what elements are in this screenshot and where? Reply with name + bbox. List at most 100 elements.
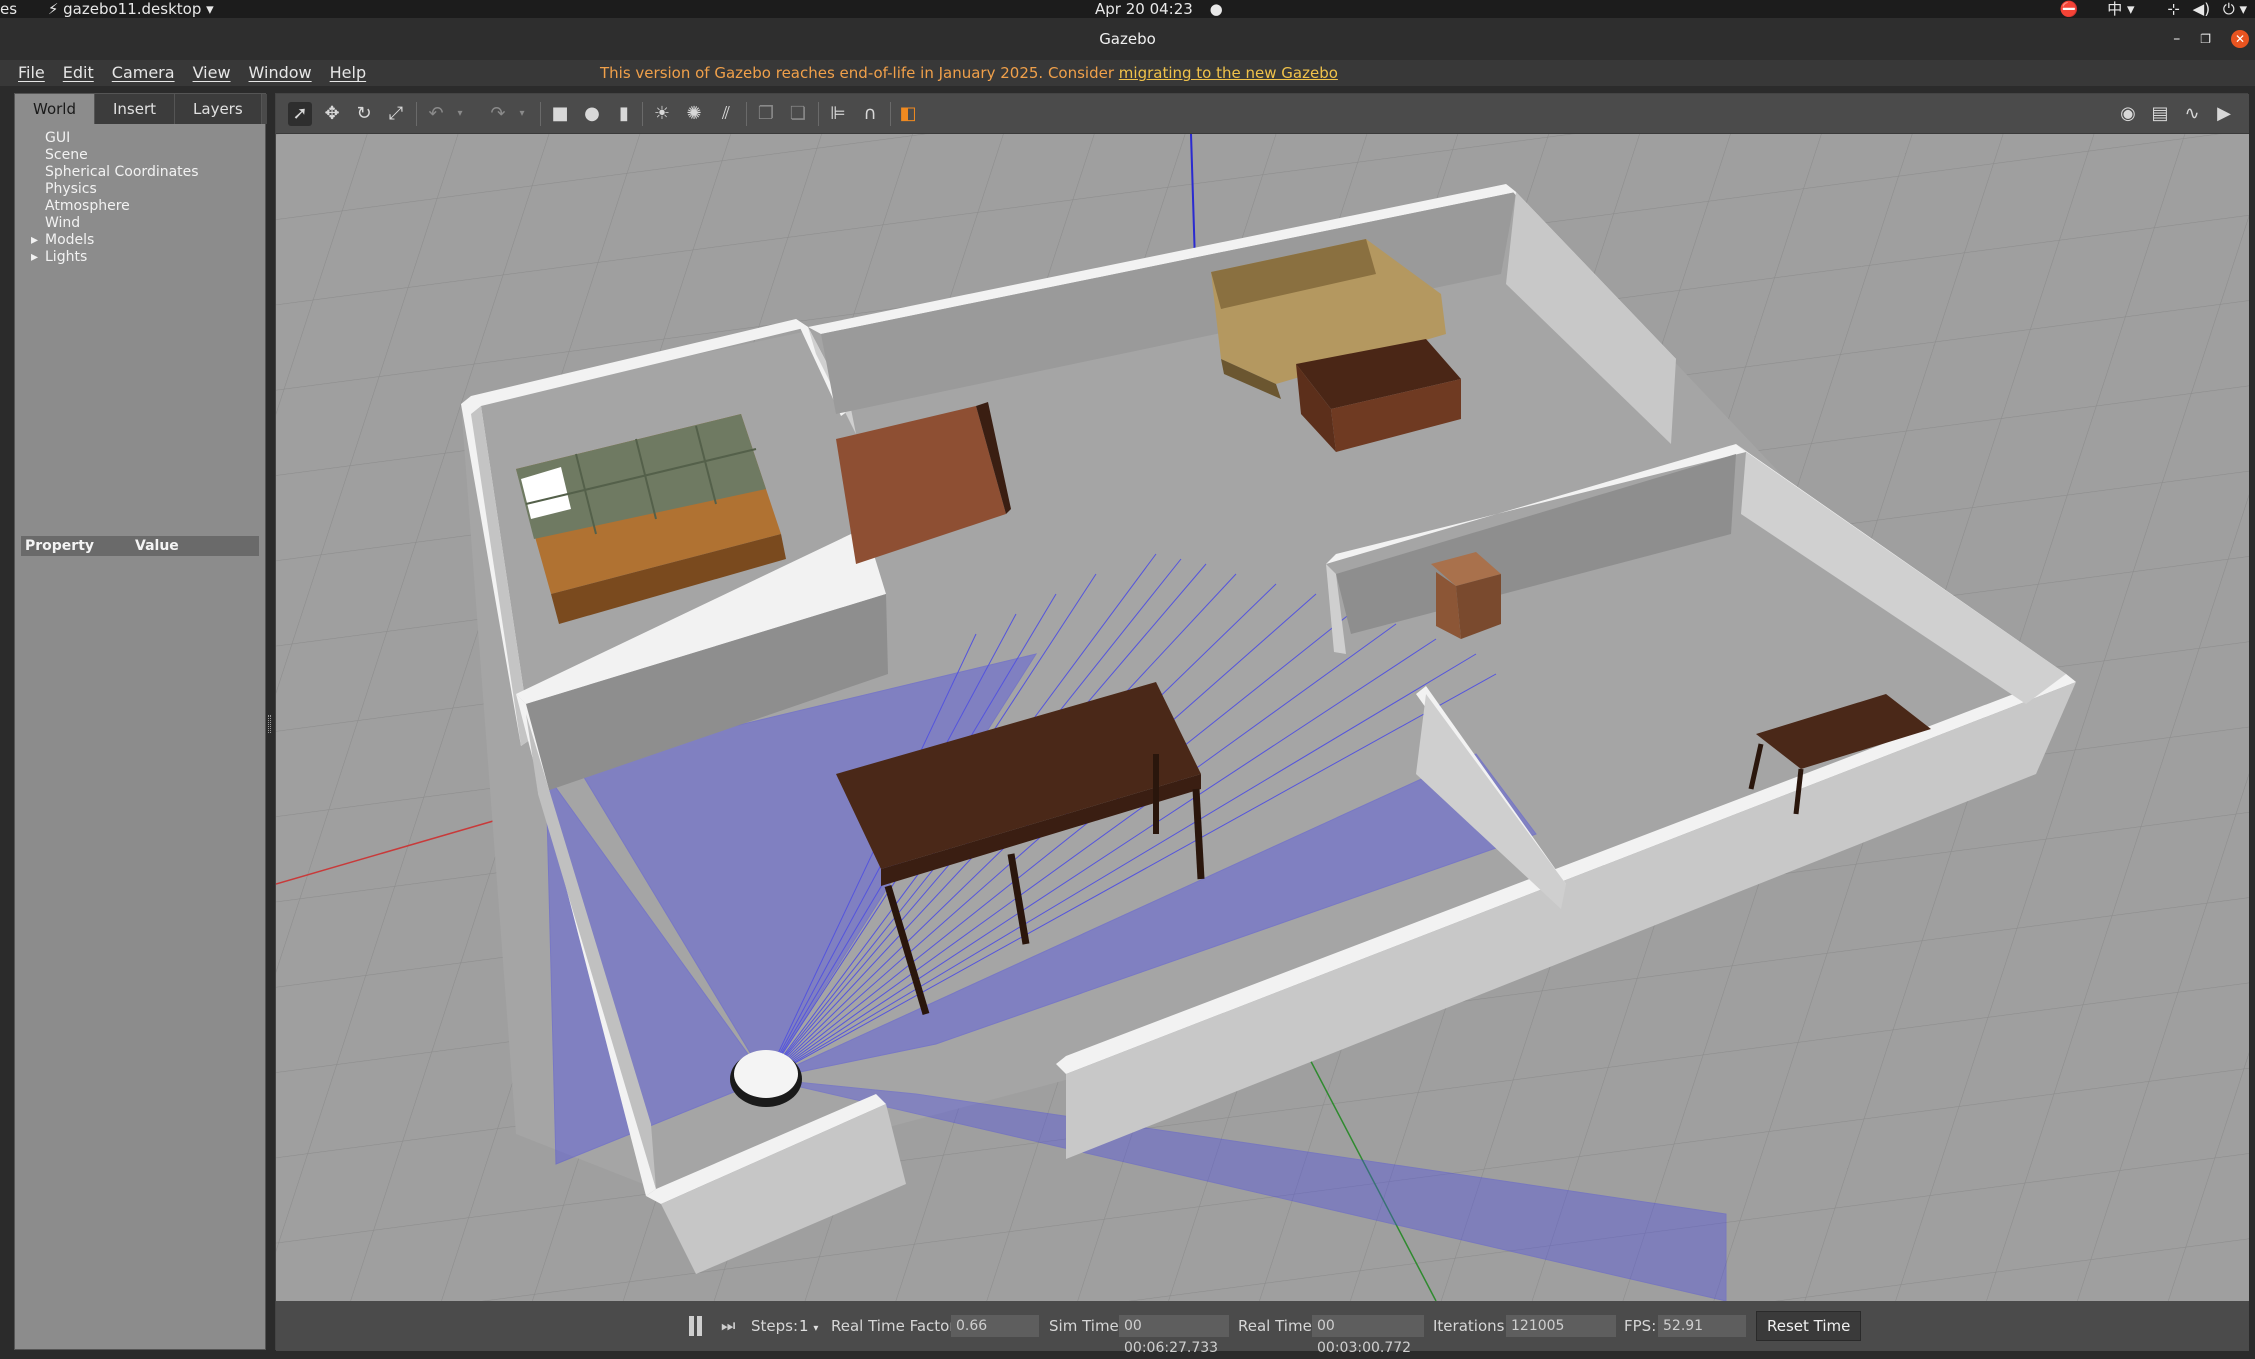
tree-item-wind[interactable]: Wind: [25, 215, 199, 232]
reset-time-button[interactable]: Reset Time: [1756, 1311, 1862, 1341]
power-icon[interactable]: ⏻ ▾: [2223, 0, 2247, 18]
tree-item-physics[interactable]: Physics: [25, 181, 199, 198]
render-viewport: ➚ ✥ ↻ ⤢ ↶ ▾ ↷ ▾ ■ ● ▮ ☀ ✺ ⫽ ❐ ❏ ⊫ ∩ ◧ ◉ …: [275, 93, 2249, 1356]
change-view-icon[interactable]: ◧: [896, 102, 920, 126]
iterations-label: Iterations:: [1433, 1317, 1510, 1335]
real-time-factor-value: 0.66: [951, 1315, 1039, 1337]
expand-arrow-icon[interactable]: ▸: [31, 232, 45, 249]
snap-icon[interactable]: ∩: [858, 102, 882, 126]
left-panel: World Insert Layers GUI Scene Spherical …: [14, 93, 267, 1350]
spot-light-icon[interactable]: ✺: [682, 102, 706, 126]
tree-item-models-label: Models: [45, 232, 95, 248]
close-icon[interactable]: ✕: [2231, 30, 2249, 48]
steps-value: 1: [799, 1317, 809, 1335]
select-mode-icon[interactable]: ➚: [288, 102, 312, 126]
sim-time-label: Sim Time:: [1049, 1317, 1124, 1335]
tree-item-models[interactable]: ▸ Models: [25, 232, 199, 249]
menu-view[interactable]: View: [193, 60, 231, 86]
expand-arrow-icon[interactable]: ▸: [31, 249, 45, 266]
tree-item-spherical-coordinates[interactable]: Spherical Coordinates: [25, 164, 199, 181]
minimize-icon[interactable]: –: [2173, 18, 2180, 60]
redo-icon[interactable]: ↷: [486, 102, 510, 126]
chevron-down-icon: ▾: [206, 0, 214, 18]
sphere-shape-icon[interactable]: ●: [580, 102, 604, 126]
app-menu[interactable]: ⚡ gazebo11.desktop ▾: [48, 0, 214, 18]
notification-dot-icon: ●: [1209, 0, 1223, 18]
eol-notice-text: This version of Gazebo reaches end-of-li…: [600, 64, 1119, 82]
app-menu-label: gazebo11.desktop: [63, 0, 202, 18]
box-shape-icon[interactable]: ■: [548, 102, 572, 126]
menu-edit[interactable]: Edit: [63, 60, 94, 86]
video-record-icon[interactable]: ▶: [2212, 102, 2236, 126]
real-time-label: Real Time:: [1238, 1317, 1317, 1335]
panel-splitter-handle[interactable]: [268, 715, 271, 733]
undo-icon[interactable]: ↶: [424, 102, 448, 126]
system-top-bar: es ⚡ gazebo11.desktop ▾ Apr 20 04:23 ● ⛔…: [0, 0, 2255, 18]
screenshot-icon[interactable]: ◉: [2116, 102, 2140, 126]
eol-notice: This version of Gazebo reaches end-of-li…: [600, 60, 1338, 86]
value-column-header[interactable]: Value: [135, 536, 179, 556]
redo-history-icon[interactable]: ▾: [510, 102, 534, 126]
tree-item-lights-label: Lights: [45, 249, 88, 265]
menu-camera[interactable]: Camera: [112, 60, 175, 86]
system-left: es ⚡ gazebo11.desktop ▾: [0, 0, 214, 18]
window-controls: – ❐ ✕: [2173, 18, 2255, 60]
align-icon[interactable]: ⊫: [826, 102, 850, 126]
viewport-toolbar: ➚ ✥ ↻ ⤢ ↶ ▾ ↷ ▾ ■ ● ▮ ☀ ✺ ⫽ ❐ ❏ ⊫ ∩ ◧ ◉ …: [276, 94, 2249, 134]
log-icon[interactable]: ▤: [2148, 102, 2172, 126]
do-not-disturb-icon[interactable]: ⛔: [2060, 0, 2079, 18]
input-method-indicator[interactable]: 中 ▾: [2107, 0, 2134, 18]
menu-help[interactable]: Help: [330, 60, 366, 86]
directional-light-icon[interactable]: ⫽: [714, 102, 738, 126]
translate-mode-icon[interactable]: ✥: [320, 102, 344, 126]
system-tray: ⛔ 中 ▾ ⊹ ◀) ⏻ ▾: [2060, 0, 2247, 18]
sim-time-value: 00 00:06:27.733: [1119, 1315, 1229, 1356]
pause-icon[interactable]: [688, 1316, 704, 1336]
tab-layers[interactable]: Layers: [175, 94, 262, 124]
menu-list: File Edit Camera View Window Help: [18, 60, 366, 86]
menu-bar: File Edit Camera View Window Help This v…: [0, 60, 2255, 86]
steps-spinbox[interactable]: 1 ▾: [799, 1315, 818, 1340]
tree-item-gui[interactable]: GUI: [25, 130, 199, 147]
iterations-value: 121005: [1506, 1315, 1616, 1337]
tree-item-lights[interactable]: ▸ Lights: [25, 249, 199, 266]
copy-icon[interactable]: ❐: [754, 102, 778, 126]
app-icon: ⚡: [47, 0, 59, 18]
property-column-header[interactable]: Property: [25, 536, 94, 556]
paste-icon[interactable]: ❏: [786, 102, 810, 126]
network-icon[interactable]: ⊹: [2167, 0, 2180, 18]
world-tree: GUI Scene Spherical Coordinates Physics …: [25, 130, 199, 266]
3d-scene[interactable]: [276, 134, 2249, 1301]
ime-label: 中: [2107, 0, 2123, 18]
property-table-header: Property Value: [21, 536, 259, 556]
rotate-mode-icon[interactable]: ↻: [352, 102, 376, 126]
tree-item-scene[interactable]: Scene: [25, 147, 199, 164]
menu-file[interactable]: File: [18, 60, 45, 86]
cylinder-shape-icon[interactable]: ▮: [612, 102, 636, 126]
system-clock[interactable]: Apr 20 04:23 ●: [1095, 0, 1223, 18]
tree-item-atmosphere[interactable]: Atmosphere: [25, 198, 199, 215]
activities-label[interactable]: es: [0, 0, 17, 18]
tab-insert[interactable]: Insert: [95, 94, 176, 124]
point-light-icon[interactable]: ☀: [650, 102, 674, 126]
plot-icon[interactable]: ∿: [2180, 102, 2204, 126]
step-icon[interactable]: ⏭: [721, 1316, 737, 1336]
steps-label: Steps:: [751, 1317, 799, 1335]
simulation-status-bar: ⏭ Steps: 1 ▾ Real Time Factor: 0.66 Sim …: [276, 1301, 2249, 1356]
real-time-factor-label: Real Time Factor:: [831, 1317, 961, 1335]
real-time-value: 00 00:03:00.772: [1312, 1315, 1424, 1356]
window-title-bar: Gazebo – ❐ ✕: [0, 18, 2255, 60]
volume-icon[interactable]: ◀): [2193, 0, 2210, 18]
clock-label: Apr 20 04:23: [1095, 0, 1193, 18]
scale-mode-icon[interactable]: ⤢: [384, 102, 408, 126]
left-panel-tabs: World Insert Layers: [15, 94, 267, 124]
migration-link[interactable]: migrating to the new Gazebo: [1119, 64, 1338, 82]
nightstand-model: [1431, 552, 1501, 639]
maximize-icon[interactable]: ❐: [2200, 18, 2211, 60]
menu-window[interactable]: Window: [249, 60, 312, 86]
chevron-down-icon: ▾: [813, 1323, 819, 1334]
undo-history-icon[interactable]: ▾: [448, 102, 472, 126]
tab-world[interactable]: World: [15, 94, 95, 124]
window-title: Gazebo: [1099, 30, 1156, 48]
fps-label: FPS:: [1624, 1317, 1657, 1335]
